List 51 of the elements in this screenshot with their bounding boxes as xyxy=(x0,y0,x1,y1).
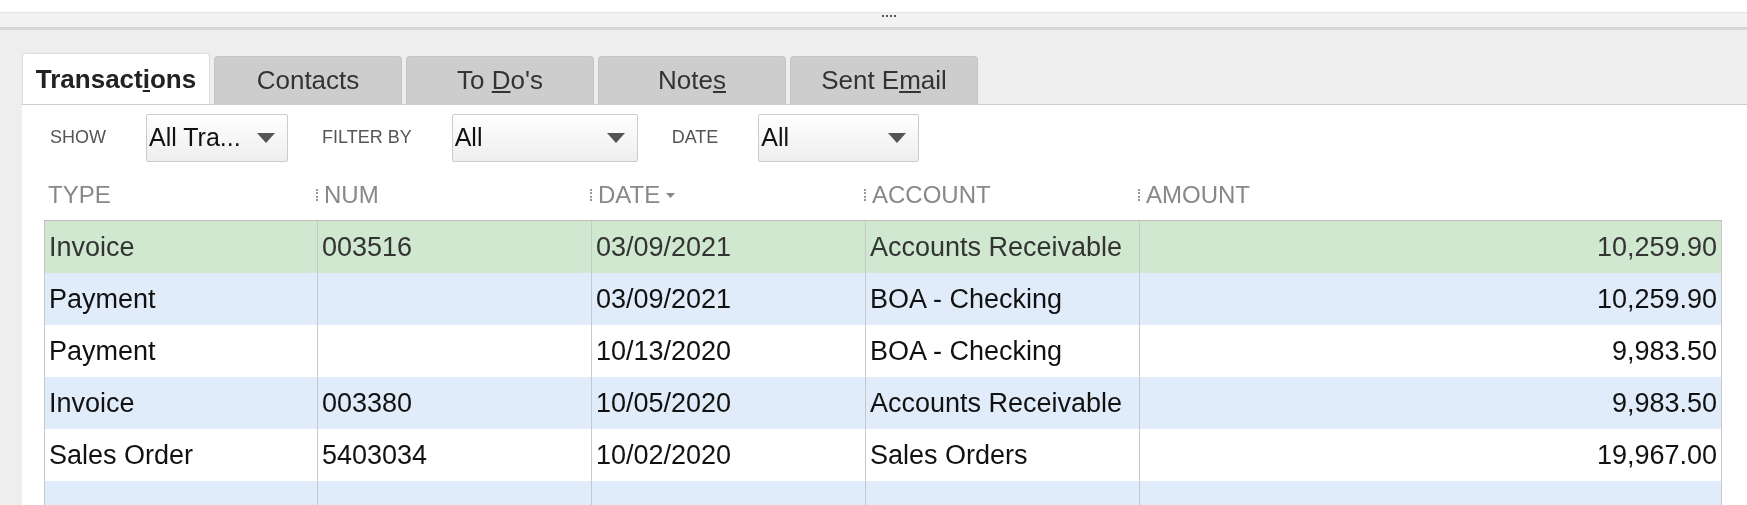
tab[interactable]: Sent Email xyxy=(790,56,978,104)
tab[interactable]: To Do's xyxy=(406,56,594,104)
filter-label: FILTER BY xyxy=(322,127,412,148)
table-cell: Sales Order xyxy=(49,439,194,471)
column-header[interactable]: TYPE xyxy=(48,181,111,209)
table-cell: 9,983.50 xyxy=(1611,387,1717,419)
filter-label: SHOW xyxy=(50,127,106,148)
table-cell: 03/09/2021 xyxy=(596,283,732,315)
caret-icon xyxy=(888,132,907,143)
table-cell: 9,983.50 xyxy=(1611,335,1717,367)
tab[interactable]: Transactions xyxy=(22,53,210,104)
column-resize-icon[interactable] xyxy=(1138,189,1142,201)
table-cell: BOA - Checking xyxy=(870,335,1063,367)
table-cell: 003516 xyxy=(322,231,413,263)
table-cell: Accounts Receivable xyxy=(870,231,1123,263)
table-cell: Sales Orders xyxy=(870,439,1028,471)
table-cell: Payment xyxy=(49,335,156,367)
column-header[interactable]: DATE xyxy=(598,181,661,209)
caret-icon xyxy=(257,132,275,143)
table-cell: 10/02/2020 xyxy=(596,439,732,471)
column-resize-icon[interactable] xyxy=(316,189,320,201)
table-row[interactable]: Invoice 003380 10/05/2020 Accounts Receivable 9,983.50 xyxy=(44,377,1722,429)
table-cell: Payment xyxy=(49,283,156,315)
column-header[interactable]: NUM xyxy=(324,181,379,209)
table-cell: 5403034 xyxy=(322,439,428,471)
column-resize-icon[interactable] xyxy=(864,189,868,201)
filter-label: DATE xyxy=(671,127,719,148)
tab[interactable]: Notes xyxy=(598,56,786,104)
table-row[interactable]: Invoice 003516 03/09/2021 Accounts Receivable 10,259.90 xyxy=(44,221,1722,273)
dropdown[interactable]: All xyxy=(451,113,638,162)
table-row[interactable]: Payment 10/13/2020 BOA - Checking 9,983.50 xyxy=(44,325,1722,377)
column-header[interactable]: AMOUNT xyxy=(1146,181,1250,209)
column-resize-icon[interactable] xyxy=(590,189,594,201)
tab[interactable]: Contacts xyxy=(214,56,402,104)
table-cell: BOA - Checking xyxy=(870,283,1063,315)
table-cell: 10,259.90 xyxy=(1596,231,1717,263)
table-cell: 03/09/2021 xyxy=(596,231,732,263)
dropdown[interactable]: All Tra... xyxy=(146,113,288,162)
table-cell: Invoice xyxy=(49,387,135,419)
table-cell: 19,967.00 xyxy=(1596,439,1717,471)
dropdown[interactable]: All xyxy=(758,113,920,162)
table-cell: 10/05/2020 xyxy=(596,387,732,419)
table-row[interactable]: Sales Order 5403034 10/02/2020 Sales Orders 19,967.00 xyxy=(44,429,1722,481)
table-cell: 10/13/2020 xyxy=(596,335,732,367)
table-cell: Accounts Receivable xyxy=(870,387,1123,419)
caret-icon xyxy=(606,132,625,143)
table-cell: 10,259.90 xyxy=(1596,283,1717,315)
table-cell: 003380 xyxy=(322,387,413,419)
column-header[interactable]: ACCOUNT xyxy=(872,181,991,209)
table-row[interactable]: Payment 03/09/2021 BOA - Checking 10,259.90 xyxy=(44,273,1722,325)
table-cell: Invoice xyxy=(49,231,135,263)
